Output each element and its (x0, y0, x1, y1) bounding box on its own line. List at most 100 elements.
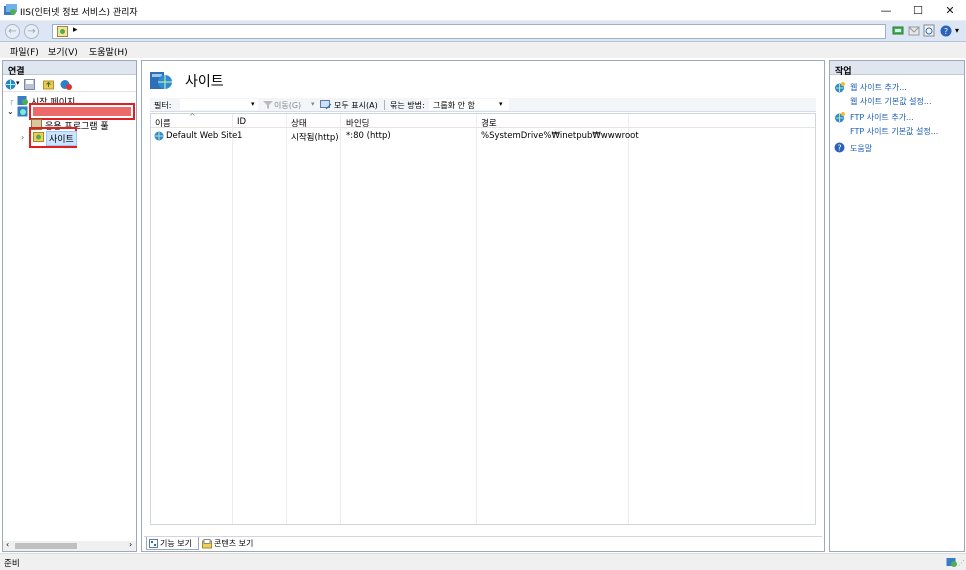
connections-tree: ┌ 시작 페이지 ⌄ 응용 프로그램 풀 › 사이트 (3, 93, 136, 533)
group-by-value[interactable]: 그룹화 안 함 (433, 100, 475, 111)
actions-pane: 작업 웹 사이트 추가... 웹 사이트 기본값 설정... FTP 사이트 추… (829, 60, 965, 552)
breadcrumb-separator[interactable]: ▸ (73, 25, 78, 35)
view-tabs: 기능 보기 콘텐츠 보기 (144, 536, 822, 550)
add-website-link[interactable]: 웹 사이트 추가... (850, 82, 907, 93)
filter-input[interactable] (180, 99, 258, 110)
column-divider (286, 114, 287, 524)
maximize-button[interactable]: ☐ (902, 0, 934, 21)
connect-globe-icon[interactable] (5, 79, 16, 90)
toolbar-divider (384, 100, 385, 110)
go-button[interactable]: 이동(G) (274, 100, 301, 111)
folder-up-icon[interactable] (43, 79, 54, 90)
redacted-server-name (33, 107, 131, 116)
server-icon (57, 26, 68, 37)
show-all-icon[interactable] (320, 100, 332, 110)
svg-text:?: ? (944, 27, 948, 36)
group-by-label: 묶는 방법: (390, 101, 425, 110)
connections-toolbar: ▾ (3, 77, 136, 92)
back-arrow-icon[interactable]: ← (5, 24, 20, 39)
tree-expand-icon[interactable]: › (21, 133, 24, 142)
address-bar[interactable]: ▸ (52, 24, 886, 39)
content-view-icon (202, 539, 212, 549)
refresh-icon[interactable] (923, 24, 935, 37)
start-page-icon (17, 96, 28, 105)
table-header: 이름 ^ ID 상태 바인딩 경로 (151, 112, 815, 129)
column-divider (232, 114, 233, 524)
column-header-path[interactable]: 경로 (481, 117, 497, 129)
tab-features-label[interactable]: 기능 보기 (160, 538, 192, 549)
filter-dropdown-icon[interactable]: ▾ (251, 100, 255, 108)
mail-icon[interactable] (908, 25, 920, 37)
resize-grip-icon[interactable]: ⋰ (958, 559, 965, 567)
minimize-button[interactable]: — (870, 0, 902, 21)
horizontal-scrollbar[interactable]: ‹ › (3, 540, 136, 551)
close-button[interactable]: ✕ (934, 0, 966, 21)
menu-bar: 파일(F) 보기(V) 도움말(H) (0, 42, 966, 58)
sites-pane: 사이트 필터: ▾ 이동(G) ▾ 모두 표시(A) 묶는 방법: 그룹화 안 … (141, 60, 825, 552)
cell-status: 시작됨(http) (291, 133, 339, 143)
menu-help[interactable]: 도움말(H) (89, 45, 128, 58)
website-defaults-link[interactable]: 웹 사이트 기본값 설정... (850, 96, 932, 107)
forward-arrow-icon[interactable]: → (24, 24, 39, 39)
window-title: IIS(인터넷 정보 서비스) 관리자 (20, 8, 138, 18)
column-header-id[interactable]: ID (237, 117, 246, 127)
column-header-binding[interactable]: 바인딩 (346, 117, 369, 129)
filter-funnel-icon[interactable] (263, 100, 273, 110)
svg-text:?: ? (837, 144, 841, 153)
column-divider (476, 114, 477, 524)
address-toolbar: ← → ▸ ? ▾ (0, 21, 966, 42)
scroll-right-icon[interactable]: › (129, 540, 132, 549)
ftp-site-defaults-link[interactable]: FTP 사이트 기본값 설정... (850, 126, 938, 137)
connections-title: 연결 (3, 61, 136, 77)
cell-binding: *:80 (http) (346, 131, 391, 141)
column-header-name[interactable]: 이름 (155, 117, 171, 129)
add-ftp-site-icon (835, 112, 845, 123)
scroll-left-icon[interactable]: ‹ (6, 540, 9, 549)
group-by-dropdown-icon[interactable]: ▾ (499, 100, 503, 108)
page-title: 사이트 (185, 74, 224, 90)
save-icon[interactable] (24, 79, 35, 90)
tab-features-view[interactable]: 기능 보기 (146, 537, 199, 550)
add-ftp-site-link[interactable]: FTP 사이트 추가... (850, 112, 914, 123)
connect-dropdown-icon[interactable]: ▾ (16, 79, 20, 87)
disconnect-icon[interactable] (60, 79, 72, 90)
help-link[interactable]: 도움말 (850, 143, 872, 154)
iis-app-icon (4, 4, 17, 15)
website-globe-icon (154, 131, 164, 141)
server-icon[interactable] (17, 106, 28, 117)
tree-line-icon: ┌ (9, 97, 14, 105)
column-divider (628, 114, 629, 524)
sort-ascending-icon: ^ (189, 112, 196, 121)
column-divider (340, 114, 341, 524)
table-row[interactable]: Default Web Site 1 시작됨(http) *:80 (http)… (151, 130, 815, 143)
status-text: 준비 (4, 559, 20, 569)
status-bar: 준비 ⋰ (0, 553, 966, 570)
status-connection-icon (946, 558, 957, 567)
go-dropdown-icon[interactable]: ▾ (311, 100, 315, 108)
scrollbar-thumb[interactable] (15, 543, 77, 549)
help-icon: ? (834, 142, 845, 153)
redacted-server-name-box (29, 103, 135, 120)
sites-folder-icon[interactable] (33, 131, 44, 142)
actions-title: 작업 (830, 61, 964, 77)
cell-id: 1 (237, 131, 243, 141)
tab-content-view[interactable]: 콘텐츠 보기 (214, 538, 253, 549)
tree-item-sites[interactable]: 사이트 (46, 131, 77, 146)
tree-collapse-icon[interactable]: ⌄ (7, 107, 14, 116)
group-by-select[interactable]: 그룹화 안 함 ▾ (429, 99, 509, 110)
connections-pane: 연결 ▾ ┌ 시작 페이지 ⌄ 응용 프로그램 풀 › 사이트 ‹ › (2, 60, 137, 552)
network-icon[interactable] (892, 25, 904, 37)
column-header-status[interactable]: 상태 (291, 117, 307, 129)
features-view-icon (149, 539, 158, 548)
add-website-icon (835, 82, 845, 93)
filter-label: 필터: (154, 101, 172, 110)
show-all-button[interactable]: 모두 표시(A) (334, 100, 378, 111)
help-dropdown-arrow-icon[interactable]: ▾ (955, 26, 959, 35)
cell-name[interactable]: Default Web Site (166, 131, 237, 141)
help-icon[interactable]: ? (940, 25, 952, 37)
menu-file[interactable]: 파일(F) (10, 45, 39, 58)
cell-path: %SystemDrive%₩inetpub₩wwwroot (481, 131, 639, 141)
sites-table: 이름 ^ ID 상태 바인딩 경로 Default Web Site 1 시작됨… (150, 112, 816, 525)
menu-view[interactable]: 보기(V) (48, 45, 78, 58)
sites-globe-icon (150, 72, 172, 89)
